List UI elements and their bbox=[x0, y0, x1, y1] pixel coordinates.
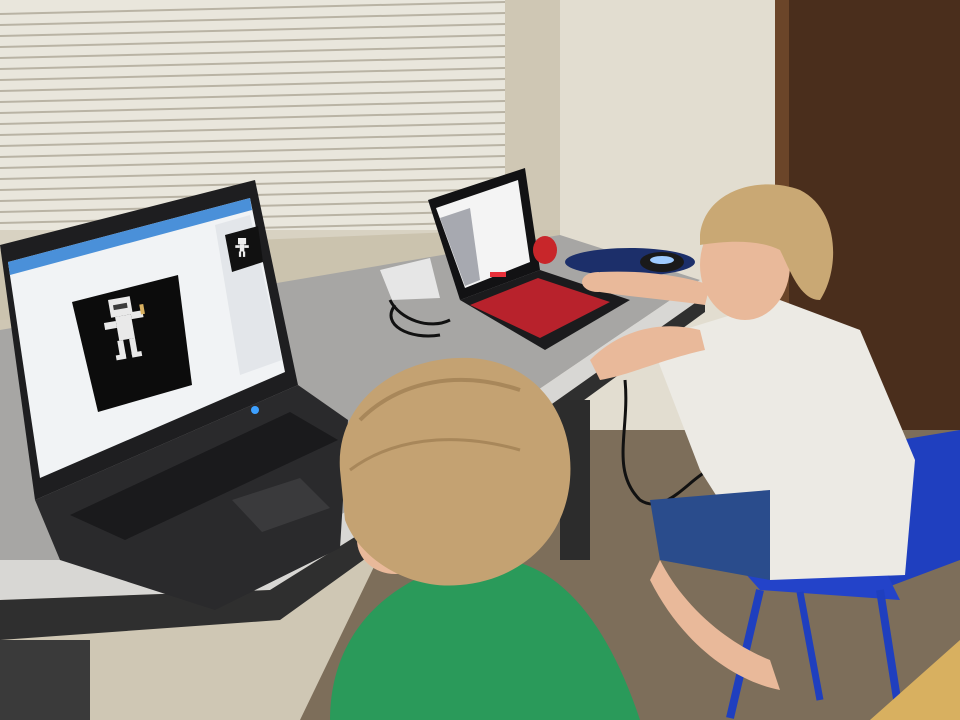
photo-scene bbox=[0, 0, 960, 720]
mouse-light bbox=[650, 256, 674, 264]
desk-leg-left bbox=[0, 640, 90, 720]
red-ball bbox=[533, 236, 557, 264]
laptop-right-logo-light bbox=[490, 272, 506, 277]
hair-front-child bbox=[339, 357, 571, 586]
scene-svg bbox=[0, 0, 960, 720]
hand-on-mouse bbox=[582, 272, 614, 292]
power-light bbox=[251, 406, 259, 414]
